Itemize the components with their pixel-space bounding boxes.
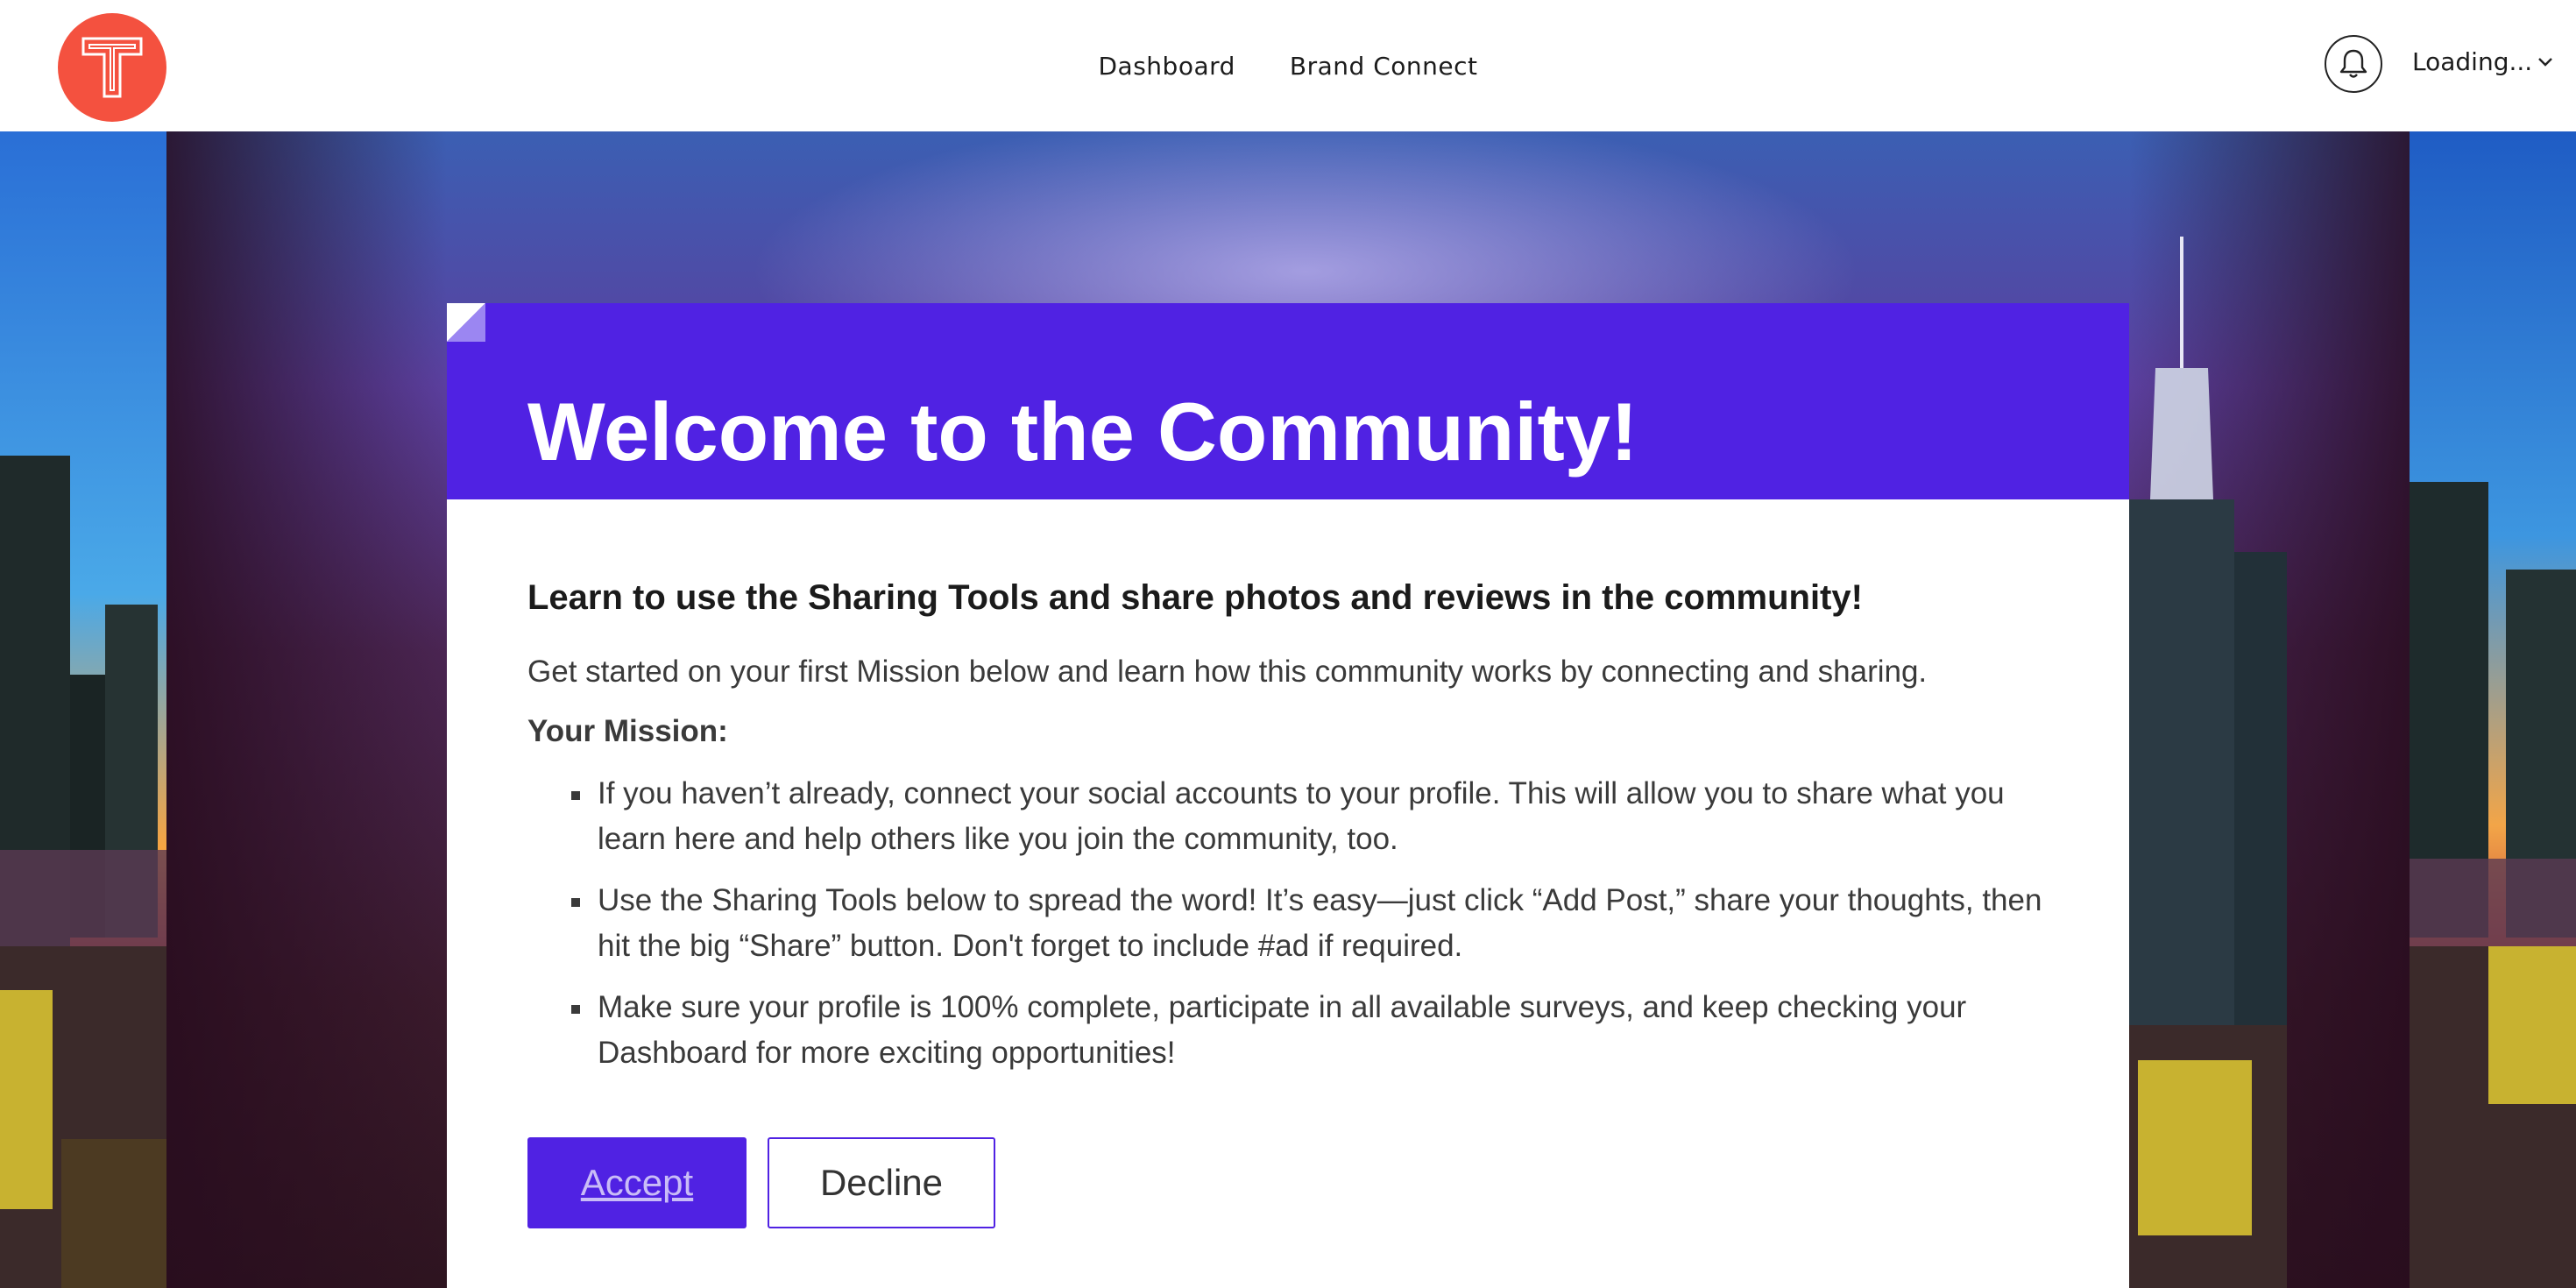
accept-button[interactable]: Accept (527, 1137, 747, 1228)
decline-button[interactable]: Decline (768, 1137, 995, 1228)
notifications-button[interactable] (2325, 35, 2382, 93)
chevron-down-icon (2538, 57, 2553, 67)
mission-item: Use the Sharing Tools below to spread th… (571, 878, 2070, 969)
action-buttons: Accept Decline (527, 1137, 995, 1228)
bell-icon (2339, 49, 2367, 78)
mission-list: If you haven’t already, connect your soc… (527, 771, 2070, 1076)
user-menu[interactable]: Loading... (2412, 47, 2553, 76)
tower-right (2129, 237, 2287, 1288)
card-subtitle: Learn to use the Sharing Tools and share… (527, 578, 1863, 617)
card-content: Learn to use the Sharing Tools and share… (527, 578, 2070, 1092)
page-title: Welcome to the Community! (527, 386, 1638, 478)
welcome-banner: Welcome to the Community! (447, 303, 2129, 499)
mission-label: Your Mission: (527, 714, 728, 748)
top-header: Dashboard Brand Connect Loading... (0, 0, 2576, 131)
city-skyline-right (2410, 131, 2576, 1288)
mission-item: If you haven’t already, connect your soc… (571, 771, 2070, 862)
nav-brand-connect[interactable]: Brand Connect (1290, 52, 1478, 81)
welcome-card: Welcome to the Community! Learn to use t… (447, 303, 2129, 1288)
mission-item: Make sure your profile is 100% complete,… (571, 985, 2070, 1076)
card-intro: Get started on your first Mission below … (527, 655, 1928, 689)
main-nav: Dashboard Brand Connect (0, 0, 2576, 131)
city-skyline-left (0, 131, 166, 1288)
corner-fold (447, 303, 485, 342)
user-name-label: Loading... (2412, 47, 2533, 76)
nav-dashboard[interactable]: Dashboard (1099, 52, 1235, 81)
